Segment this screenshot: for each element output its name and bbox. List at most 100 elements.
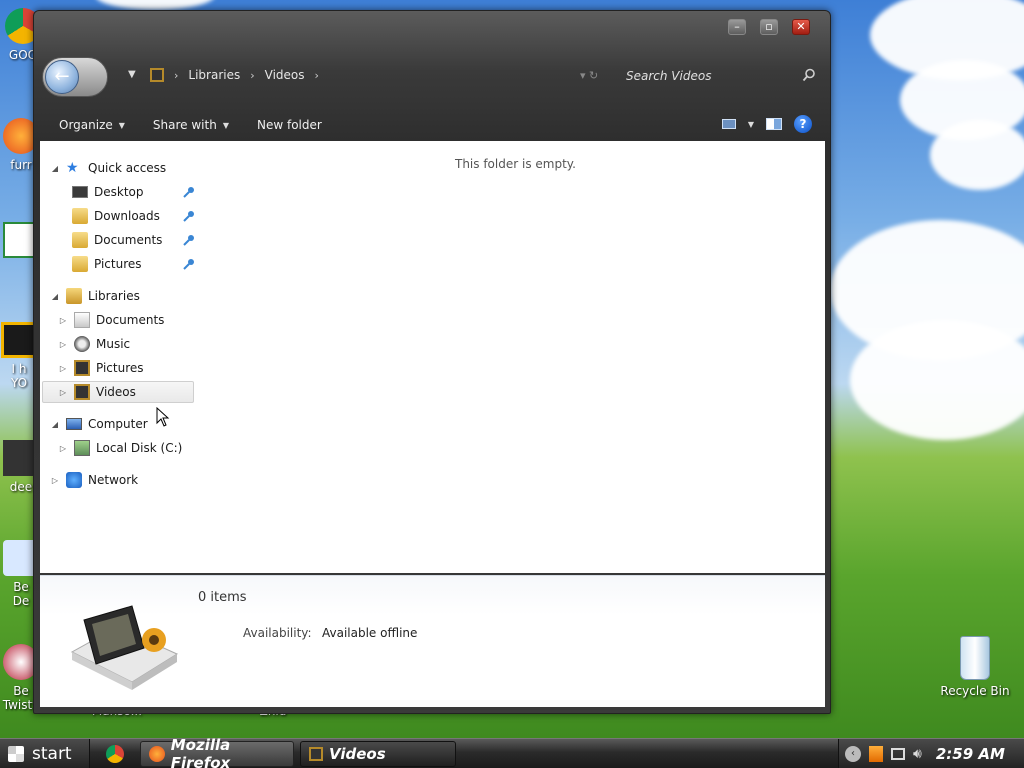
- refresh-icon[interactable]: ▾ ↻: [580, 69, 598, 82]
- volume-icon[interactable]: 🔊︎: [913, 746, 922, 762]
- breadcrumb-videos[interactable]: Videos: [265, 68, 305, 82]
- network-tray-icon[interactable]: [891, 748, 905, 760]
- network-icon: [66, 472, 82, 488]
- minimize-button[interactable]: –: [728, 19, 746, 35]
- desktop-icon-label: Recycle Bin: [940, 684, 1010, 698]
- breadcrumb-libraries[interactable]: Libraries: [188, 68, 240, 82]
- downloads-folder-icon: [72, 208, 88, 224]
- chevron-down-icon[interactable]: ▼: [748, 120, 754, 129]
- organize-button[interactable]: Organize ▼: [59, 115, 125, 135]
- nav-label: Computer: [88, 417, 148, 431]
- expanded-arrow-icon[interactable]: ◢: [50, 420, 60, 429]
- availability-label: Availability:: [243, 626, 312, 640]
- collapsed-arrow-icon[interactable]: ▷: [58, 316, 68, 325]
- share-with-button[interactable]: Share with ▼: [153, 115, 229, 135]
- maximize-button[interactable]: ▫: [760, 19, 778, 35]
- nav-label: Documents: [96, 313, 165, 327]
- chrome-quicklaunch-icon[interactable]: [106, 744, 124, 763]
- star-icon: ★: [66, 160, 79, 176]
- nav-downloads[interactable]: Downloads: [72, 205, 160, 227]
- collapsed-arrow-icon[interactable]: ▷: [58, 340, 68, 349]
- pin-icon[interactable]: [183, 210, 195, 222]
- nav-lib-music[interactable]: ▷ Music: [58, 333, 130, 355]
- search-icon[interactable]: [802, 68, 816, 82]
- nav-lib-documents[interactable]: ▷ Documents: [58, 309, 164, 331]
- close-button[interactable]: ✕: [792, 19, 810, 35]
- mouse-cursor-icon: [156, 407, 170, 427]
- vlc-tray-icon[interactable]: [869, 746, 883, 762]
- desktop-icon-label: I h: [11, 362, 27, 376]
- taskbar-firefox[interactable]: Mozilla Firefox: [140, 736, 294, 768]
- content-area: ◢ ★ Quick access Desktop Downloads Docum…: [40, 141, 825, 573]
- collapsed-arrow-icon[interactable]: ▷: [58, 388, 68, 397]
- details-pane: 0 items Availability: Available offline: [40, 575, 825, 707]
- collapsed-arrow-icon[interactable]: ▷: [58, 364, 68, 373]
- new-folder-label: New folder: [256, 118, 322, 132]
- change-view-icon[interactable]: [721, 119, 736, 129]
- nav-lib-videos[interactable]: ▷ Videos: [58, 381, 136, 403]
- nav-label: Documents: [94, 233, 163, 247]
- nav-label: Pictures: [94, 257, 142, 271]
- desktop-icon-label: Be: [13, 580, 29, 594]
- documents-library-icon: [74, 312, 90, 328]
- taskbar-videos[interactable]: Videos: [300, 740, 456, 767]
- expanded-arrow-icon[interactable]: ◢: [50, 164, 60, 173]
- videos-library-icon: [74, 384, 90, 400]
- nav-label: Local Disk (C:): [96, 441, 183, 455]
- nav-quick-access[interactable]: ◢ ★ Quick access: [50, 157, 166, 179]
- desktop-icon-recycle-bin[interactable]: Recycle Bin: [938, 636, 1012, 698]
- nav-lib-pictures[interactable]: ▷ Pictures: [58, 357, 144, 379]
- nav-libraries[interactable]: ◢ Libraries: [50, 285, 140, 307]
- clock[interactable]: 2:59 AM: [936, 745, 1005, 763]
- libraries-icon: [66, 288, 82, 304]
- search-input[interactable]: [626, 65, 796, 87]
- nav-documents-quick[interactable]: Documents: [72, 229, 162, 251]
- desktop-icon-label: Be: [13, 684, 29, 698]
- nav-label: Videos: [96, 385, 136, 399]
- show-hidden-icons-icon[interactable]: ‹: [845, 746, 861, 762]
- documents-folder-icon: [72, 232, 88, 248]
- empty-folder-message: This folder is empty.: [455, 157, 576, 171]
- help-icon[interactable]: ?: [794, 115, 812, 133]
- local-disk-icon: [74, 440, 90, 456]
- pin-icon[interactable]: [183, 234, 195, 246]
- chevron-down-icon: ▼: [222, 120, 229, 130]
- search-box: ▾ ↻: [574, 65, 820, 87]
- pin-icon[interactable]: [183, 186, 195, 198]
- nav-pictures-quick[interactable]: Pictures: [72, 253, 142, 275]
- back-arrow-icon: ←: [45, 60, 79, 94]
- history-dropdown-icon[interactable]: ▼: [128, 69, 136, 80]
- back-button[interactable]: ←: [42, 57, 108, 97]
- start-label: start: [32, 743, 72, 764]
- collapsed-arrow-icon[interactable]: ▷: [58, 444, 68, 453]
- nav-local-disk[interactable]: ▷ Local Disk (C:): [58, 437, 182, 459]
- breadcrumb: › Libraries › Videos ›: [150, 65, 319, 85]
- desktop-icon-label: dee: [9, 480, 33, 494]
- system-tray: ‹ 🔊︎ 2:59 AM: [838, 739, 1024, 768]
- video-app-icon: [1, 322, 37, 358]
- desktop-icon-label: De: [12, 594, 30, 608]
- start-button[interactable]: start: [0, 738, 90, 768]
- pictures-folder-icon: [72, 256, 88, 272]
- videos-folder-icon: [309, 746, 323, 761]
- navigation-pane: ◢ ★ Quick access Desktop Downloads Docum…: [40, 141, 200, 573]
- nav-computer[interactable]: ◢ Computer: [50, 413, 148, 435]
- nav-desktop[interactable]: Desktop: [72, 181, 144, 203]
- share-with-label: Share with: [152, 118, 217, 132]
- pin-icon[interactable]: [183, 258, 195, 270]
- desktop-icon: [72, 186, 88, 198]
- new-folder-button[interactable]: New folder: [257, 115, 322, 135]
- item-count: 0 items: [198, 590, 247, 605]
- chevron-right-icon[interactable]: ›: [315, 69, 319, 82]
- windows-logo-icon: [8, 745, 24, 762]
- expanded-arrow-icon[interactable]: ◢: [50, 292, 60, 301]
- explorer-window: – ▫ ✕ ← ▼ › Libraries › Videos › ▾ ↻ Org…: [33, 10, 831, 714]
- pictures-library-icon: [74, 360, 90, 376]
- desktop-icon-label: YO: [10, 376, 28, 390]
- nav-network[interactable]: ▷ Network: [50, 469, 138, 491]
- collapsed-arrow-icon[interactable]: ▷: [50, 476, 60, 485]
- chevron-right-icon: ›: [174, 68, 179, 82]
- nav-label: Desktop: [94, 185, 144, 199]
- taskbar: start Mozilla Firefox Videos ‹ 🔊︎ 2:59 A…: [0, 736, 1024, 768]
- preview-pane-icon[interactable]: [766, 118, 782, 130]
